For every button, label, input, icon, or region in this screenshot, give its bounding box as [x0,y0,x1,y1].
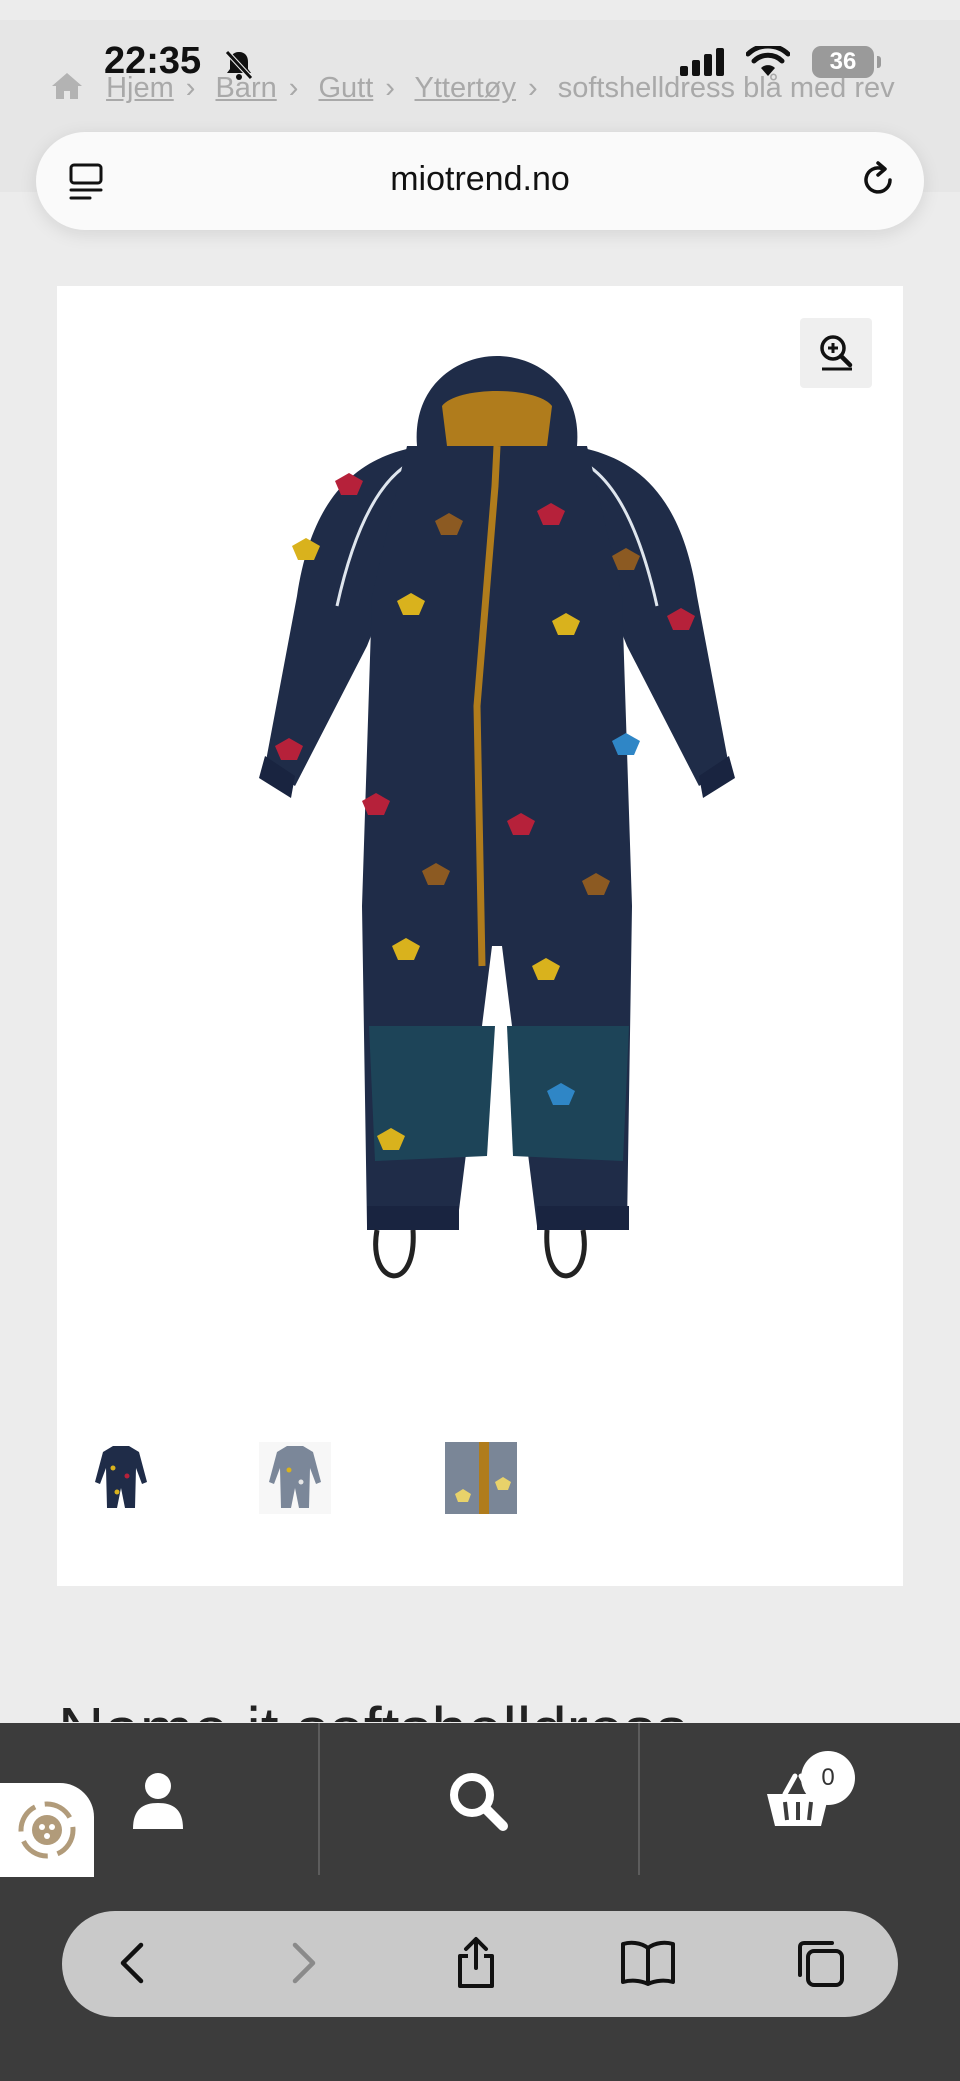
url-text[interactable]: miotrend.no [36,160,924,199]
recycle-logo-icon [18,1801,76,1859]
share-button[interactable] [448,1936,504,1995]
tabs-icon [794,1937,846,1994]
product-image[interactable] [217,346,777,1346]
tabs-button[interactable] [792,1937,848,1993]
product-title: Name it softshelldress [58,1690,918,1722]
status-time: 22:35 [104,40,202,82]
account-button[interactable] [98,1753,218,1853]
search-icon [447,1770,509,1837]
forward-button[interactable] [276,1937,332,1993]
search-button[interactable] [418,1753,538,1853]
battery-indicator: 36 [812,46,881,78]
bookmarks-button[interactable] [620,1937,676,1993]
cart-count-badge: 0 [801,1751,855,1805]
chevron-left-icon [117,1941,147,1990]
product-gallery [57,286,903,1586]
status-bar: 22:35 36 [0,0,960,120]
nav-divider [638,1723,640,1875]
nav-divider [318,1723,320,1875]
cellular-signal-icon [680,48,726,81]
chevron-right-icon [289,1941,319,1990]
thumbnail-3[interactable] [445,1442,517,1514]
browser-toolbar [62,1911,898,2017]
zoom-in-icon [816,332,856,375]
wifi-icon [745,43,791,83]
user-icon [131,1771,185,1836]
address-bar[interactable]: miotrend.no [36,132,924,230]
zoom-button[interactable] [800,318,872,388]
thumbnail-2[interactable] [259,1442,331,1514]
reload-icon[interactable] [858,160,898,205]
share-icon [454,1936,498,1995]
thumbnail-1[interactable] [85,1442,157,1514]
back-button[interactable] [104,1937,160,1993]
book-icon [620,1940,676,1991]
bell-muted-icon [222,48,256,87]
brand-logo-button[interactable] [0,1783,94,1877]
